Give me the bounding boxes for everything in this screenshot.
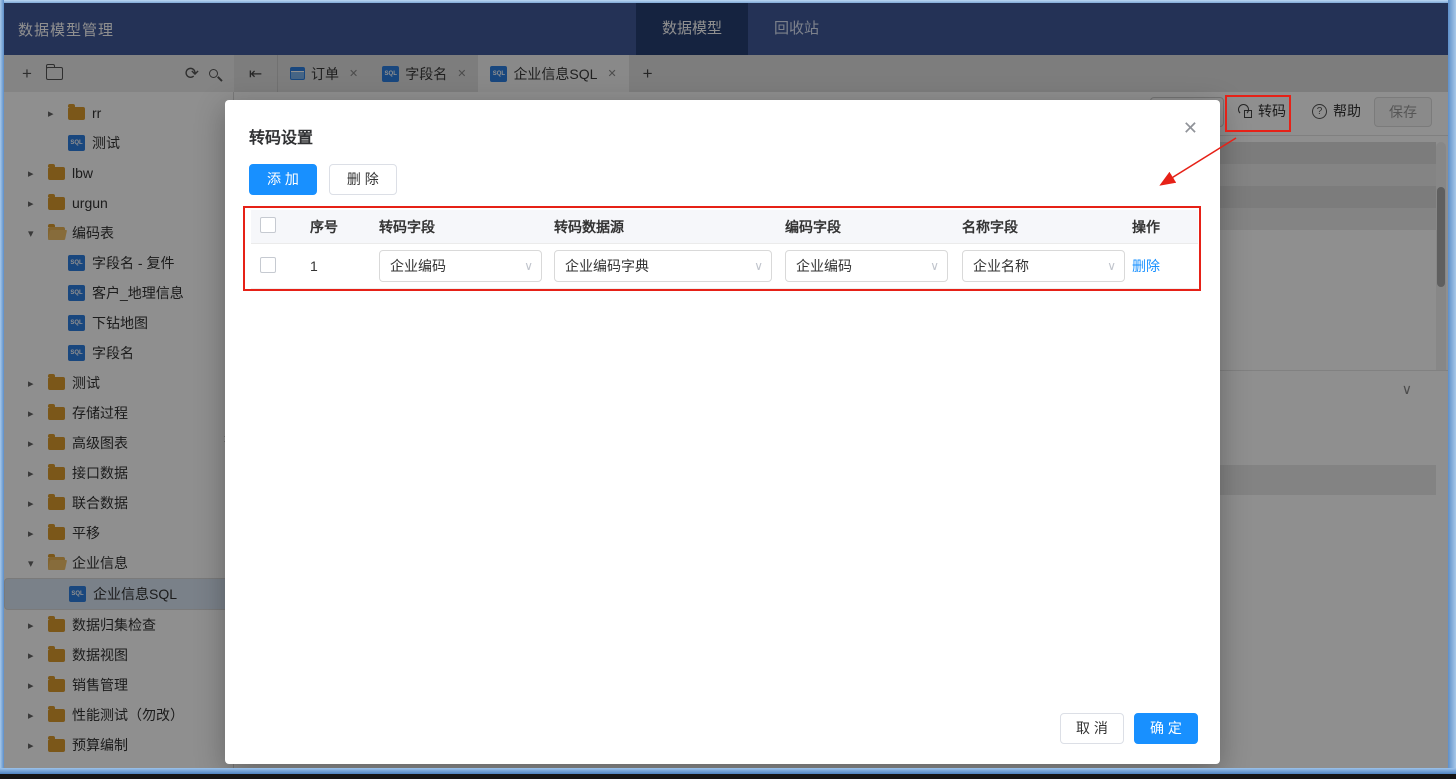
annotation-box-transcode (1225, 95, 1291, 132)
window-frame (0, 774, 1456, 779)
dialog-title: 转码设置 (249, 124, 313, 148)
transcode-settings-dialog: 转码设置 ✕ 添 加 删 除 序号 转码字段 转码数据源 编码字段 名称字段 操… (225, 100, 1220, 764)
annotation-box-table (243, 206, 1201, 291)
delete-button[interactable]: 删 除 (329, 164, 397, 195)
window-frame (0, 0, 4, 774)
window-frame (1448, 0, 1456, 774)
confirm-button[interactable]: 确 定 (1134, 713, 1198, 744)
add-button[interactable]: 添 加 (249, 164, 317, 195)
cancel-button[interactable]: 取 消 (1060, 713, 1124, 744)
annotation-arrow (1140, 130, 1250, 200)
window-frame (0, 0, 1456, 3)
